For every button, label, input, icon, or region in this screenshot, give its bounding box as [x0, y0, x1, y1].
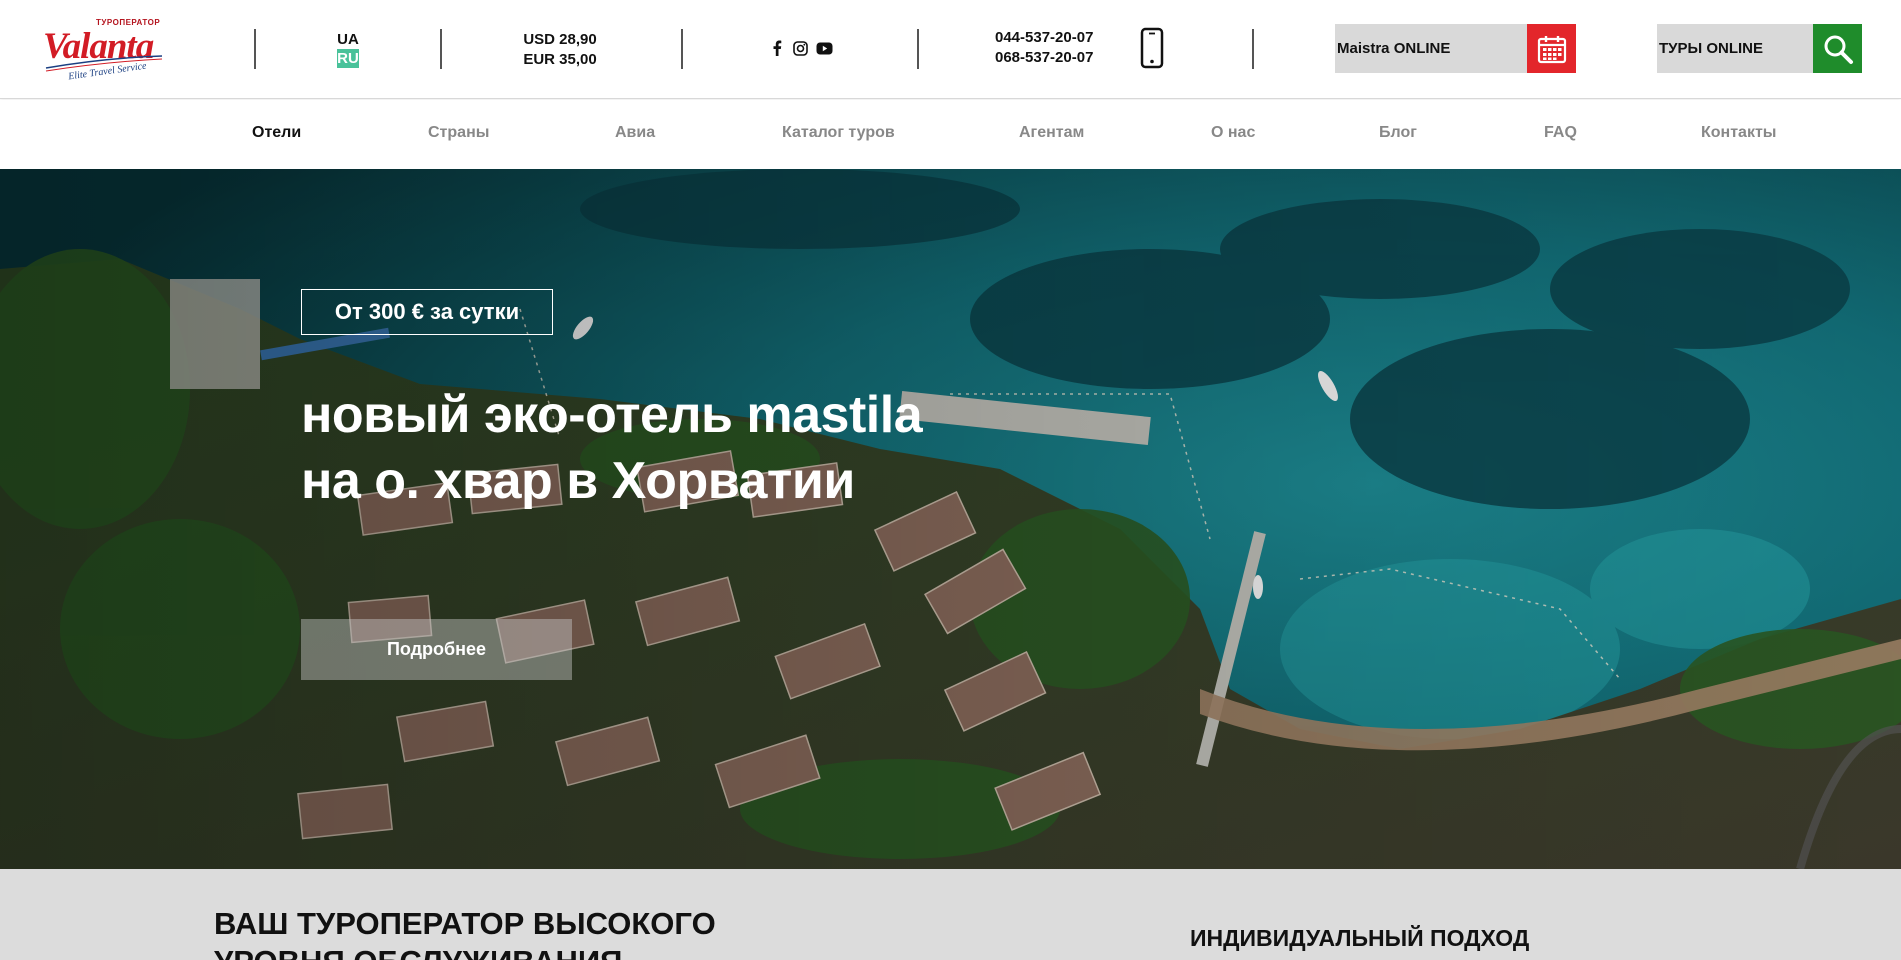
site-header: ТУРОПЕРАТОР Valanta Elite Travel Service…	[0, 0, 1901, 99]
nav-countries[interactable]: Страны	[428, 124, 489, 142]
more-details-button[interactable]: Подробнее	[301, 619, 572, 680]
main-nav: Отели Страны Авиа Каталог туров Агентам …	[0, 100, 1901, 169]
individual-approach-heading: ИНДИВИДУАЛЬНЫЙ ПОДХОД	[1190, 925, 1530, 951]
divider	[917, 29, 919, 69]
tours-online-label: ТУРЫ ONLINE	[1659, 40, 1764, 57]
phone-1[interactable]: 044-537-20-07	[995, 28, 1093, 48]
divider	[1252, 29, 1254, 69]
hero-slider: От 300 € за сутки новый эко-отель mastil…	[0, 169, 1901, 869]
nav-contacts[interactable]: Контакты	[1701, 124, 1776, 142]
phone-2[interactable]: 068-537-20-07	[995, 48, 1093, 68]
nav-faq[interactable]: FAQ	[1544, 124, 1577, 142]
instagram-icon[interactable]	[792, 40, 809, 57]
about-title-line-2: УРОВНЯ ОБСЛУЖИВАНИЯ	[214, 943, 716, 960]
nav-avia[interactable]: Авиа	[615, 124, 655, 142]
nav-blog[interactable]: Блог	[1379, 124, 1417, 142]
hero-overlay	[0, 169, 1901, 869]
mobile-phone-icon	[1140, 27, 1164, 69]
calendar-icon	[1527, 24, 1576, 73]
maistra-online-label: Maistra ONLINE	[1337, 40, 1451, 57]
nav-hotels[interactable]: Отели	[252, 124, 301, 142]
tours-online-button[interactable]: ТУРЫ ONLINE	[1657, 24, 1862, 73]
language-switcher: UA RU	[335, 30, 361, 68]
eur-rate: EUR 35,00	[523, 51, 597, 68]
search-icon	[1813, 24, 1862, 73]
hero-title: новый эко-отель mastila на о. хвар в Хор…	[301, 382, 923, 514]
currency-rates: USD 28,90 EUR 35,00	[520, 30, 600, 70]
phone-numbers: 044-537-20-07 068-537-20-07	[995, 28, 1093, 68]
about-section: ВАШ ТУРОПЕРАТОР ВЫСОКОГО УРОВНЯ ОБСЛУЖИВ…	[0, 869, 1901, 960]
lang-ua[interactable]: UA	[335, 30, 361, 49]
maistra-online-button[interactable]: Maistra ONLINE	[1335, 24, 1576, 73]
usd-rate: USD 28,90	[523, 31, 597, 48]
nav-agents[interactable]: Агентам	[1019, 124, 1084, 142]
divider	[440, 29, 442, 69]
hero-title-line-1: новый эко-отель mastila	[301, 386, 923, 444]
nav-tour-catalog[interactable]: Каталог туров	[782, 124, 895, 142]
social-links	[768, 38, 833, 58]
about-title: ВАШ ТУРОПЕРАТОР ВЫСОКОГО УРОВНЯ ОБСЛУЖИВ…	[214, 905, 716, 960]
youtube-icon[interactable]	[816, 40, 833, 57]
divider	[254, 29, 256, 69]
lang-ru[interactable]: RU	[337, 49, 359, 68]
price-tag: От 300 € за сутки	[301, 289, 553, 335]
about-title-line-1: ВАШ ТУРОПЕРАТОР ВЫСОКОГО	[214, 906, 716, 941]
hero-title-line-2: на о. хвар в Хорватии	[301, 452, 855, 510]
facebook-icon[interactable]	[768, 40, 785, 57]
nav-about[interactable]: О нас	[1211, 124, 1255, 142]
divider	[681, 29, 683, 69]
valanta-logo[interactable]: ТУРОПЕРАТОР Valanta Elite Travel Service	[40, 16, 170, 86]
